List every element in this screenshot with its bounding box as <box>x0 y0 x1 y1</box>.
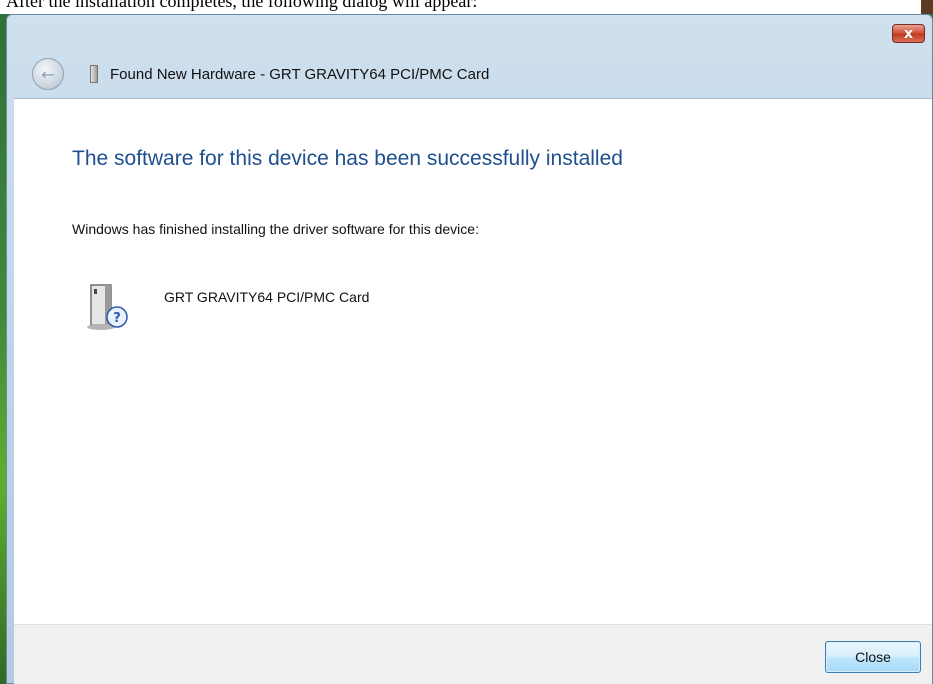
document-caption-text: After the installation completes, the fo… <box>6 0 478 11</box>
status-message: Windows has finished installing the driv… <box>72 221 479 237</box>
window-close-button[interactable]: x <box>892 24 925 43</box>
back-button[interactable]: ← <box>32 58 64 90</box>
window-title: Found New Hardware - GRT GRAVITY64 PCI/P… <box>110 65 490 83</box>
close-button[interactable]: Close <box>825 641 921 673</box>
close-icon: x <box>903 25 914 42</box>
dialog-footer: Close <box>14 624 932 684</box>
desktop-edge <box>921 0 933 14</box>
hardware-icon <box>90 65 98 83</box>
document-caption: After the installation completes, the fo… <box>0 0 933 14</box>
svg-text:?: ? <box>113 311 121 326</box>
window-header: ← Found New Hardware - GRT GRAVITY64 PCI… <box>32 57 489 91</box>
hardware-question-icon: ? <box>87 284 128 330</box>
success-heading: The software for this device has been su… <box>72 147 623 170</box>
device-name: GRT GRAVITY64 PCI/PMC Card <box>164 289 370 305</box>
back-arrow-icon: ← <box>41 64 55 84</box>
found-new-hardware-window: x ← Found New Hardware - GRT GRAVITY64 P… <box>6 14 933 684</box>
dialog-content: The software for this device has been su… <box>14 98 932 624</box>
